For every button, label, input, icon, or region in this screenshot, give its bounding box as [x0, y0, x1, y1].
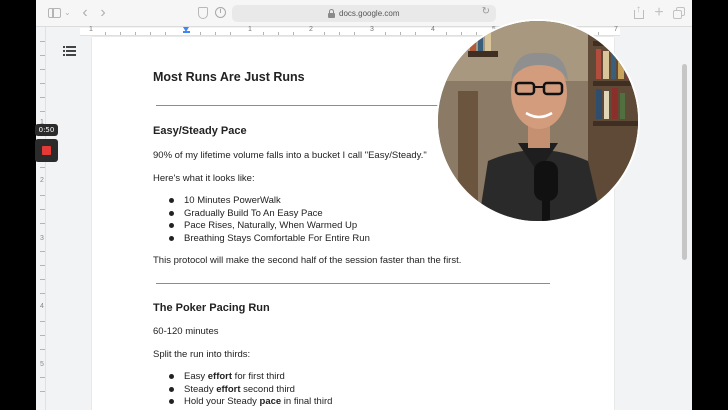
vruler-number: 5: [40, 361, 44, 368]
list-item-text: 10 Minutes PowerWalk: [184, 195, 281, 206]
vertical-ruler: 1 2 3 4 5: [36, 27, 46, 410]
page-menu-icon[interactable]: i: [214, 5, 228, 21]
bullet: [169, 198, 174, 203]
hruler-number: 2: [309, 26, 313, 33]
hruler-number: 3: [370, 26, 374, 33]
new-tab-icon[interactable]: +: [652, 5, 666, 21]
hruler-number: 1: [89, 26, 93, 33]
vertical-scrollbar[interactable]: [682, 64, 687, 260]
bullet: [169, 223, 174, 228]
paragraph: This protocol will make the second half …: [153, 255, 462, 266]
browser-toolbar: ⌄ ‹ › i docs.google.com ↻ ↑ +: [36, 0, 692, 27]
document-title: Most Runs Are Just Runs: [153, 70, 305, 84]
stop-icon: [42, 146, 51, 155]
back-arrow-icon[interactable]: ‹: [78, 5, 92, 21]
forward-arrow-icon[interactable]: ›: [96, 5, 110, 21]
presenter-video: [438, 21, 638, 221]
paragraph: Split the run into thirds:: [153, 349, 251, 360]
bullet: [169, 399, 174, 404]
paragraph: Here's what it looks like:: [153, 173, 255, 184]
bullet: [169, 236, 174, 241]
reload-icon[interactable]: ↻: [482, 6, 490, 17]
section-heading-poker-pacing: The Poker Pacing Run: [153, 302, 270, 314]
vruler-number: 3: [40, 235, 44, 242]
webcam-overlay: [436, 19, 640, 223]
list-item-text: Gradually Build To An Easy Pace: [184, 208, 323, 219]
hruler-number: 4: [431, 26, 435, 33]
left-indent-handle[interactable]: [183, 31, 190, 33]
paragraph: 60-120 minutes: [153, 326, 219, 337]
share-icon[interactable]: ↑: [632, 4, 646, 21]
horizontal-rule: [156, 283, 550, 284]
stop-recording-button[interactable]: [35, 139, 58, 162]
tab-overview-icon[interactable]: [672, 5, 686, 21]
list-item-text: Steady effort second third: [184, 384, 295, 395]
bullet: [169, 387, 174, 392]
list-item-text: Pace Rises, Naturally, When Warmed Up: [184, 220, 358, 231]
hruler-number: 7: [614, 26, 618, 33]
section-heading-easy-steady: Easy/Steady Pace: [153, 125, 247, 137]
list-item-text: Hold your Steady pace in final third: [184, 396, 333, 407]
document-outline-icon[interactable]: [63, 46, 76, 57]
hruler-number: 1: [248, 26, 252, 33]
recording-timer: 0:50: [35, 124, 58, 136]
vruler-number: 4: [40, 303, 44, 310]
address-url: docs.google.com: [339, 9, 400, 18]
lock-icon: [328, 9, 335, 18]
privacy-shield-icon[interactable]: [196, 5, 210, 21]
address-bar[interactable]: docs.google.com ↻: [232, 5, 496, 22]
vruler-number: 2: [40, 177, 44, 184]
list-item-text: Easy effort for first third: [184, 371, 285, 382]
bullet: [169, 211, 174, 216]
list-item-text: Breathing Stays Comfortable For Entire R…: [184, 233, 370, 244]
paragraph: 90% of my lifetime volume falls into a b…: [153, 150, 427, 161]
bullet: [169, 374, 174, 379]
sidebar-toggle-icon[interactable]: ⌄: [46, 5, 71, 21]
